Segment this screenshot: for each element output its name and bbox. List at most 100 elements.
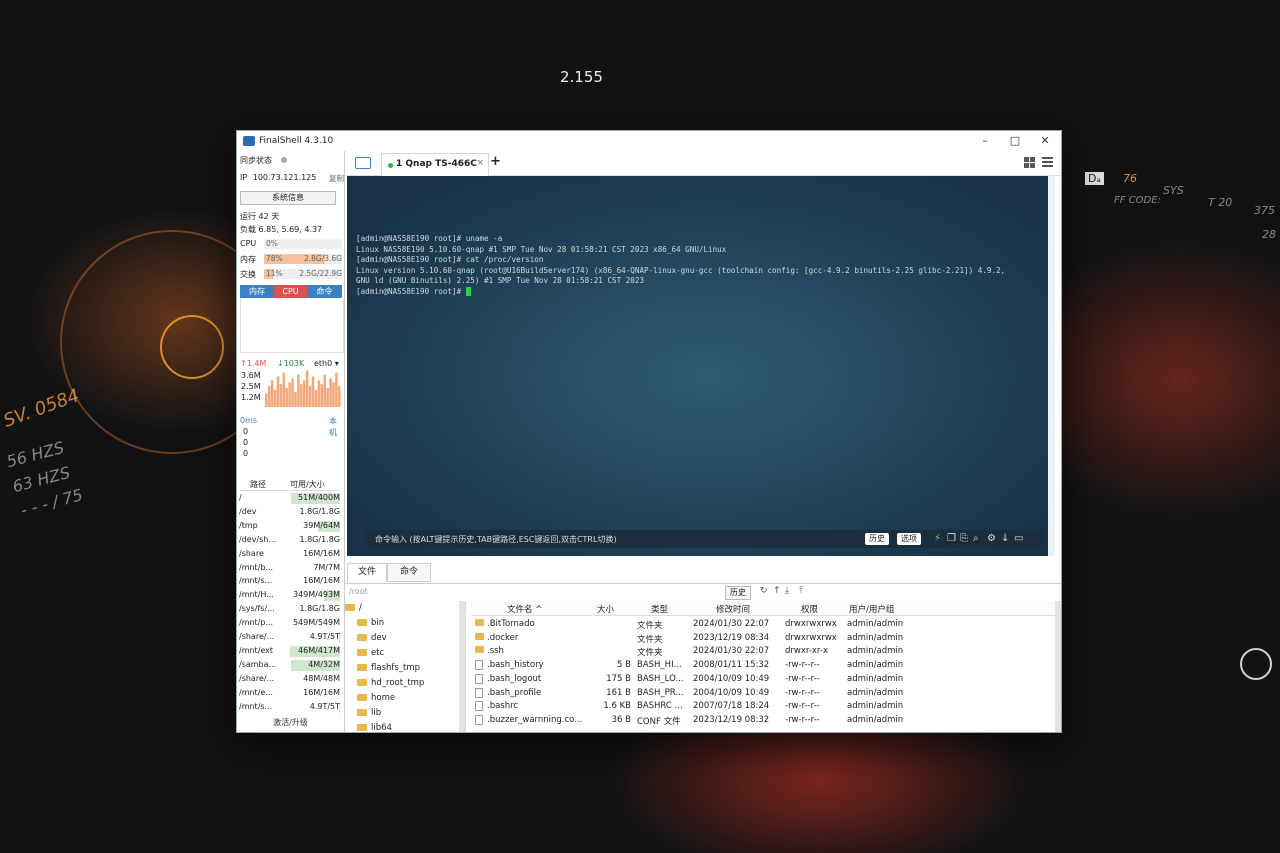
command-options-button[interactable]: 选项	[897, 533, 921, 545]
file-row[interactable]: .ssh 文件夹 2024/01/30 22:07 drwxr-xr-x admin/a…	[471, 644, 1055, 658]
title-bar[interactable]: FinalShell 4.3.10 – □ ✕	[237, 131, 1061, 151]
file-row[interactable]: .buzzer_warnning.co... 36 B CONF 文件 2023/12…	[471, 713, 1055, 727]
file-owner: admin/admin	[847, 646, 904, 657]
file-list-scrollbar[interactable]	[1055, 601, 1061, 732]
cpu-usage-percent: 0%	[266, 239, 278, 248]
tab-command-monitor[interactable]: 命令	[307, 285, 342, 298]
paste-icon[interactable]: ⎘	[960, 533, 968, 544]
add-tab-button[interactable]: +	[490, 154, 501, 169]
tree-node-label: lib	[371, 708, 382, 718]
file-name: .ssh	[487, 646, 504, 657]
folder-icon	[357, 679, 367, 686]
file-row[interactable]: .BitTornado 文件夹 2024/01/30 22:07 drwxrwxrwx…	[471, 617, 1055, 631]
net-interface-select[interactable]: eth0 ▾	[314, 359, 339, 368]
col-size[interactable]: 大小	[597, 603, 614, 615]
col-name[interactable]: 文件名 ^	[507, 603, 542, 615]
hamburger-menu-icon[interactable]	[1042, 157, 1053, 167]
disk-col-size: 可用/大小	[290, 480, 325, 489]
net-traffic-bar	[297, 374, 300, 407]
tree-node[interactable]: bin	[357, 618, 384, 628]
file-type: BASH_HI...	[637, 660, 682, 671]
download-icon[interactable]: ⤓	[785, 586, 789, 596]
disk-path: /	[239, 493, 242, 502]
tree-node-label: etc	[371, 648, 385, 658]
copy-icon[interactable]: ❐	[947, 533, 956, 544]
folder-open-icon[interactable]	[355, 157, 371, 169]
col-owner[interactable]: 用户/用户组	[849, 603, 894, 615]
system-info-button[interactable]: 系统信息	[240, 191, 336, 205]
tree-node[interactable]: /	[345, 603, 362, 613]
process-list-area	[240, 298, 344, 353]
wallpaper-text: 76	[1123, 172, 1137, 185]
terminal-scrollbar[interactable]	[1048, 176, 1055, 556]
folder-icon	[357, 664, 367, 671]
close-button[interactable]: ✕	[1031, 133, 1059, 149]
folder-icon	[357, 649, 367, 656]
col-modified[interactable]: 修改时间	[716, 603, 750, 615]
path-input[interactable]: /root	[349, 587, 368, 596]
memory-label: 内存	[240, 255, 256, 264]
disk-size: 1.8G/1.8G	[299, 534, 340, 544]
tree-node[interactable]: dev	[357, 633, 387, 643]
cpu-usage-bar: 0%	[264, 239, 342, 249]
tab-cpu-monitor[interactable]: CPU	[274, 285, 307, 298]
tree-node[interactable]: flashfs_tmp	[357, 663, 420, 673]
window-icon[interactable]: ▭	[1014, 533, 1023, 544]
maximize-button[interactable]: □	[1001, 133, 1029, 149]
sync-status-dot-icon	[280, 157, 287, 163]
net-traffic-bar	[285, 388, 288, 407]
disk-size: 46M/417M	[298, 645, 340, 655]
activate-upgrade-link[interactable]: 激活/升级	[237, 717, 344, 728]
tab-session-qnap[interactable]: 1 Qnap TS-466C ×	[381, 153, 489, 176]
disk-path: /mnt/H...	[239, 590, 274, 600]
tree-scrollbar[interactable]	[459, 601, 465, 732]
tree-node[interactable]: etc	[357, 648, 384, 658]
file-row[interactable]: .bashrc 1.6 KB BASHRC ... 2007/07/18 18:24 -…	[471, 699, 1055, 713]
net-traffic-bar	[311, 376, 315, 407]
lightning-icon[interactable]: ⚡	[934, 533, 941, 544]
file-list-header: 文件名 ^ 大小 类型 修改时间 权限 用户/用户组	[471, 601, 1055, 616]
copy-ip-button[interactable]: 复制	[329, 173, 344, 184]
file-name: .bash_history	[487, 660, 544, 671]
disk-path: /share/...	[239, 632, 275, 641]
file-row[interactable]: .bash_history 5 B BASH_HI... 2008/01/11 15:…	[471, 658, 1055, 672]
net-traffic-bar	[265, 393, 268, 407]
minimize-button[interactable]: –	[971, 133, 999, 149]
net-traffic-bar	[314, 389, 318, 407]
tab-files[interactable]: 文件	[347, 563, 387, 582]
path-history-button[interactable]: 历史	[725, 586, 751, 600]
cpu-label: CPU	[240, 239, 257, 248]
file-modified: 2004/10/09 10:49	[693, 673, 770, 684]
upload-icon[interactable]: ⤒	[799, 586, 803, 596]
refresh-icon[interactable]: ↻	[760, 586, 768, 596]
file-owner: admin/admin	[847, 632, 904, 643]
tree-node[interactable]: lib64	[357, 723, 392, 732]
command-input-bar[interactable]: 命令输入 (按ALT键提示历史,TAB键路径,ESC键返回,双击CTRL切换) …	[365, 530, 1045, 548]
command-history-button[interactable]: 历史	[865, 533, 889, 545]
file-owner: admin/admin	[847, 701, 904, 712]
col-permission[interactable]: 权限	[801, 603, 818, 615]
gear-icon[interactable]: ⚙	[987, 533, 996, 544]
file-size: 161 B	[606, 687, 631, 698]
swap-usage-bar: 11% 2.5G/22.9G	[264, 269, 342, 279]
layout-grid-icon[interactable]	[1024, 157, 1035, 168]
tab-memory-monitor[interactable]: 内存	[240, 285, 274, 298]
disk-path: /sys/fs/...	[239, 604, 275, 614]
tree-node[interactable]: home	[357, 693, 395, 703]
net-traffic-bar	[276, 376, 280, 407]
download-icon[interactable]: ↓	[1001, 533, 1009, 544]
col-type[interactable]: 类型	[651, 603, 668, 615]
file-row[interactable]: .docker 文件夹 2023/12/19 08:34 drwxrwxrwx admi…	[471, 631, 1055, 645]
disk-size: 51M/400M	[298, 493, 340, 502]
file-row[interactable]: .bash_logout 175 B BASH_LO... 2004/10/09 10…	[471, 672, 1055, 686]
tab-close-icon[interactable]: ×	[476, 158, 484, 168]
up-directory-icon[interactable]: ↑	[773, 586, 781, 596]
tab-commands[interactable]: 命令	[387, 563, 431, 582]
folder-icon	[475, 646, 484, 654]
terminal[interactable]: [admin@NAS58E190 root]# uname -a Linux N…	[347, 176, 1055, 556]
file-row[interactable]: .bash_profile 161 B BASH_PR... 2004/10/09 1…	[471, 686, 1055, 700]
disk-row: /tmp 39M/64M	[238, 520, 342, 533]
tree-node[interactable]: hd_root_tmp	[357, 678, 424, 688]
tree-node[interactable]: lib	[357, 708, 381, 718]
search-icon[interactable]: ⌕	[973, 533, 979, 544]
